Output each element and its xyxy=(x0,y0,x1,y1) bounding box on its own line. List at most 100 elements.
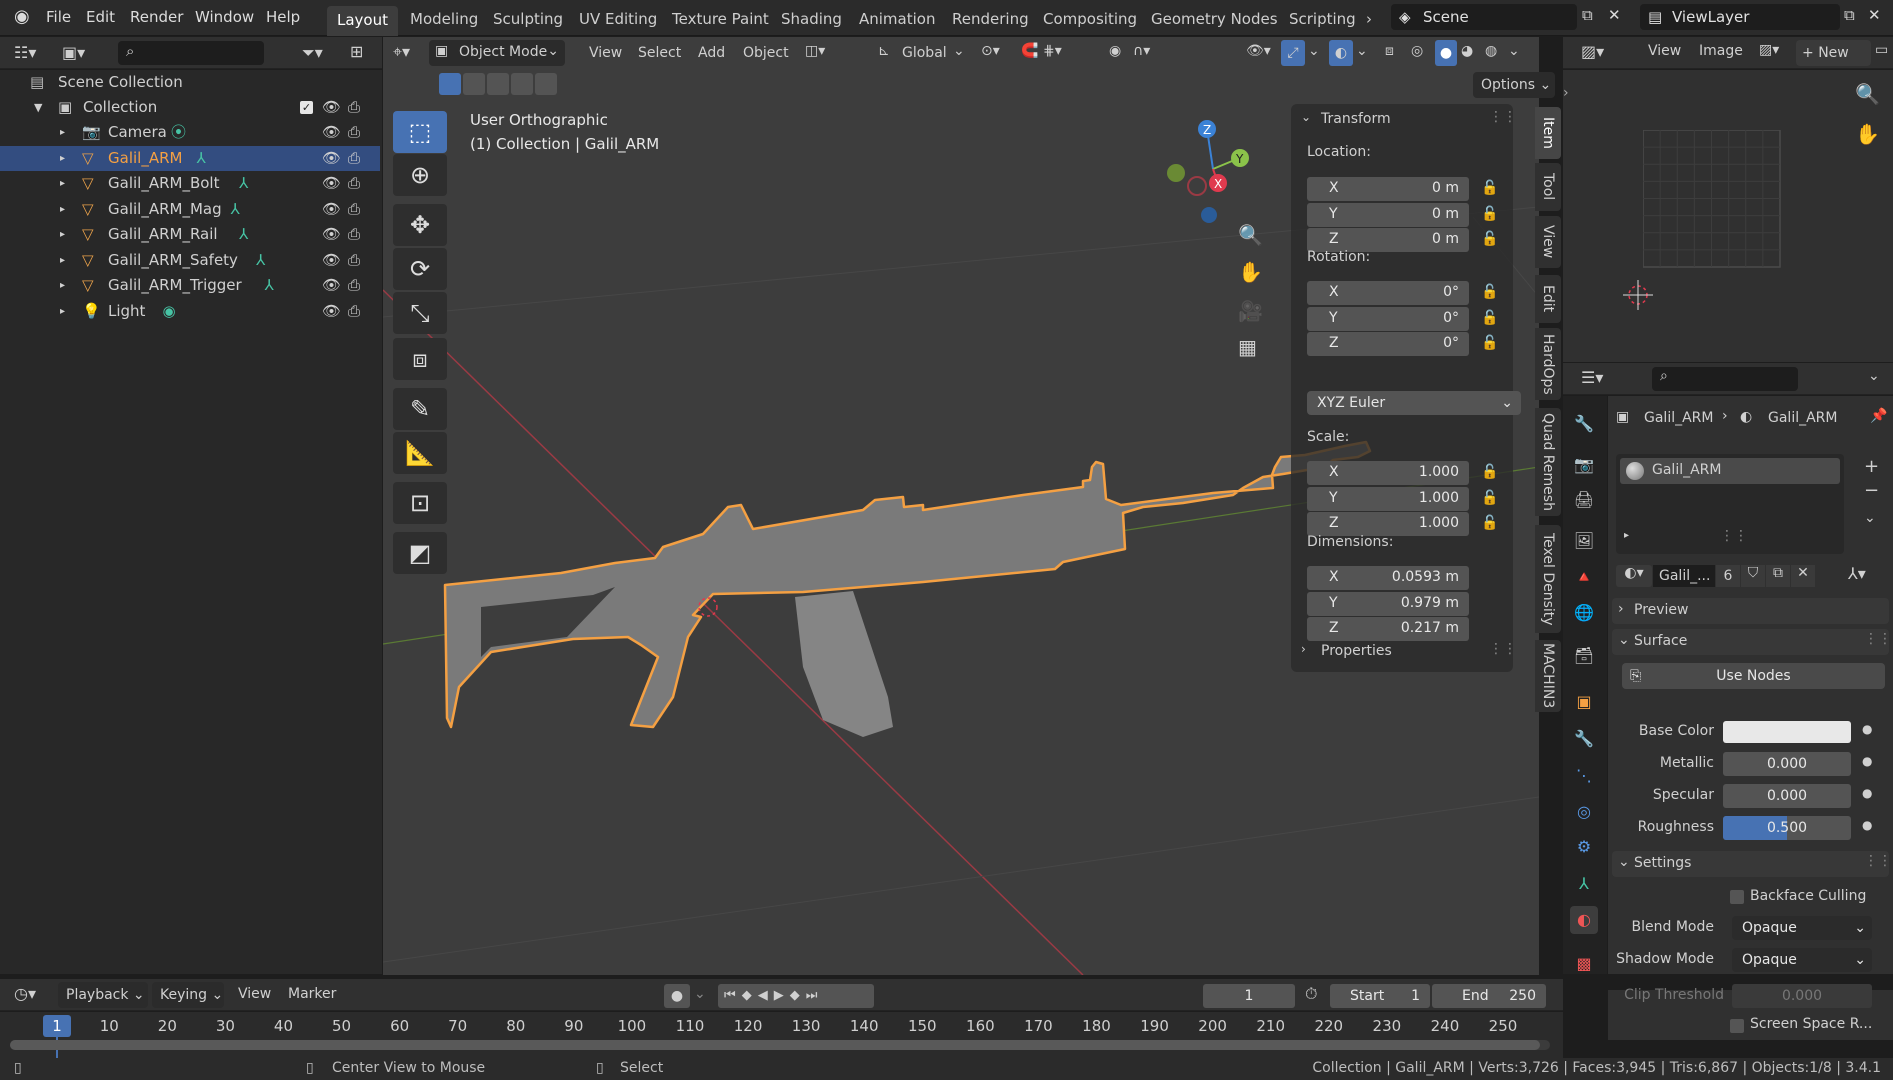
image-browse-icon[interactable]: ▨▾ xyxy=(1759,42,1779,58)
expand-arrow-icon[interactable]: ▼ xyxy=(34,95,42,120)
expand-arrow-icon[interactable]: ▸ xyxy=(60,120,65,145)
mesh-data-icon[interactable]: ⅄ xyxy=(239,222,248,247)
record-icon[interactable]: ● xyxy=(664,984,690,1008)
chevron-down-icon[interactable]: ⌄ xyxy=(1356,43,1368,59)
mesh-data-icon[interactable]: ⅄ xyxy=(256,248,265,273)
hardops-tool[interactable]: ◩ xyxy=(393,532,447,574)
tab-uv-editing[interactable]: UV Editing xyxy=(579,10,657,28)
browse-material-icon[interactable]: ◐▾ xyxy=(1616,565,1652,587)
3d-viewport[interactable]: ⌖▾ ▣ Object Mode ⌄ View Select Add Objec… xyxy=(383,37,1555,975)
scrollbar-thumb[interactable] xyxy=(10,1040,1540,1050)
menu-window[interactable]: Window xyxy=(195,8,254,26)
lock-icon[interactable]: 🔓 xyxy=(1481,231,1499,249)
solid-shading-icon[interactable]: ● xyxy=(1435,40,1457,66)
collection-checkbox[interactable]: ✓ xyxy=(300,101,313,114)
rotation-mode-dropdown[interactable]: XYZ Euler ⌄ xyxy=(1307,391,1521,415)
stopwatch-icon[interactable]: ⏱ xyxy=(1305,984,1317,1004)
view-layer-icon[interactable]: 🖼 xyxy=(1570,527,1598,555)
wireframe-shading-icon[interactable]: ◎ xyxy=(1411,43,1423,59)
chevron-down-icon[interactable]: ⌄ xyxy=(1508,43,1520,59)
outliner-item[interactable]: ▸ ▽ Galil_ARM_Trigger ⅄ 👁 ⎙ xyxy=(0,273,380,298)
scale-x-field[interactable]: X 1.000 xyxy=(1307,461,1469,485)
visibility-eye-icon[interactable]: 👁 xyxy=(322,120,341,145)
tab-sculpting[interactable]: Sculpting xyxy=(493,10,563,28)
editor-type-icon[interactable]: ⌖▾ xyxy=(393,42,410,62)
lock-icon[interactable]: 🔓 xyxy=(1481,335,1499,353)
outliner-item[interactable]: ▸ 📷 Camera ⦿ 👁 ⎙ xyxy=(0,120,380,145)
unlink-icon[interactable]: ✕ xyxy=(1791,565,1815,587)
drag-handle-icon[interactable]: ⋮⋮ xyxy=(1864,853,1892,869)
start-frame-field[interactable]: Start 1 xyxy=(1330,984,1430,1008)
visibility-icon[interactable]: 👁▾ xyxy=(1246,43,1271,59)
render-camera-icon[interactable]: ⎙ xyxy=(348,248,360,273)
menu-object[interactable]: Object xyxy=(743,45,789,61)
render-camera-icon[interactable]: ⎙ xyxy=(348,197,360,222)
zoom-icon[interactable]: 🔍 xyxy=(1238,223,1263,247)
material-shading-icon[interactable]: ◕ xyxy=(1461,43,1473,59)
material-slot-item[interactable]: Galil_ARM xyxy=(1620,458,1840,484)
object-icon[interactable]: ▣ xyxy=(1570,688,1598,716)
visibility-eye-icon[interactable]: 👁 xyxy=(322,299,341,324)
rotate-tool[interactable]: ⟳ xyxy=(393,248,447,290)
tab-modeling[interactable]: Modeling xyxy=(410,10,478,28)
sidebar-tab-tool[interactable]: Tool xyxy=(1535,163,1561,211)
tab-rendering[interactable]: Rendering xyxy=(952,10,1029,28)
mesh-data-icon[interactable]: ⅄ xyxy=(231,197,240,222)
render-camera-icon[interactable]: ⎙ xyxy=(348,95,360,120)
viewlayer-selector[interactable]: ▤ ViewLayer xyxy=(1640,4,1840,30)
dimensions-x-field[interactable]: X 0.0593 m xyxy=(1307,566,1469,590)
tab-animation[interactable]: Animation xyxy=(859,10,935,28)
playback-menu[interactable]: Playback ⌄ xyxy=(58,982,148,1008)
jump-end-icon[interactable]: ⏭ xyxy=(806,988,824,1003)
resize-handle-icon[interactable]: ⋮⋮ xyxy=(1720,528,1748,544)
output-icon[interactable]: 🖨 xyxy=(1570,486,1598,514)
new-collection-icon[interactable]: ⊞ xyxy=(350,42,363,61)
outliner-item[interactable]: ▸ ▽ Galil_ARM_Safety ⅄ 👁 ⎙ xyxy=(0,248,380,273)
lock-icon[interactable]: 🔓 xyxy=(1481,490,1499,508)
play-icon[interactable]: ▶ xyxy=(774,988,790,1003)
particles-icon[interactable]: ⋱ xyxy=(1570,762,1598,790)
select-invert-icon[interactable] xyxy=(511,73,533,95)
link-icon[interactable]: ⅄▾ xyxy=(1848,564,1866,583)
snap-target-icon[interactable]: ⋕▾ xyxy=(1043,43,1062,59)
zoom-icon[interactable]: 🔍 xyxy=(1855,82,1880,106)
chevron-down-icon[interactable]: ⌄ xyxy=(694,986,706,1002)
select-subtract-icon[interactable] xyxy=(487,73,509,95)
keying-menu[interactable]: Keying ⌄ xyxy=(152,982,224,1008)
prev-keyframe-icon[interactable]: ◆ xyxy=(742,988,758,1003)
sidebar-tab-machin3[interactable]: MACHIN3 xyxy=(1535,640,1561,712)
camera-view-icon[interactable]: 🎥 xyxy=(1238,299,1263,323)
visibility-eye-icon[interactable]: 👁 xyxy=(322,197,341,222)
visibility-eye-icon[interactable]: 👁 xyxy=(322,146,341,171)
annotate-tool[interactable]: ✎ xyxy=(393,388,447,430)
surface-panel-header[interactable]: ⌄ Surface ⋮⋮ xyxy=(1612,629,1892,655)
user-count[interactable]: 6 xyxy=(1716,565,1740,587)
tab-geometry-nodes[interactable]: Geometry Nodes xyxy=(1151,10,1278,28)
render-camera-icon[interactable]: ⎙ xyxy=(348,171,360,196)
clip-threshold-field[interactable]: 0.000 xyxy=(1732,984,1872,1008)
visibility-eye-icon[interactable]: 👁 xyxy=(322,273,341,298)
menu-view[interactable]: View xyxy=(589,45,622,61)
sidebar-tab-hardops[interactable]: HardOps xyxy=(1535,328,1561,400)
mesh-data-icon[interactable]: ⅄ xyxy=(239,171,248,196)
pan-hand-icon[interactable]: ✋ xyxy=(1855,122,1880,146)
next-keyframe-icon[interactable]: ◆ xyxy=(790,988,806,1003)
visibility-eye-icon[interactable]: 👁 xyxy=(322,248,341,273)
keyframe-dot-icon[interactable]: ● xyxy=(1862,818,1872,832)
physics-icon[interactable]: ◎ xyxy=(1570,798,1598,826)
open-image-icon[interactable]: ▭ xyxy=(1875,42,1888,58)
orientation-dropdown[interactable]: Global xyxy=(902,45,947,61)
options-dropdown[interactable]: Options ⌄ xyxy=(1473,72,1555,98)
outliner-item[interactable]: ▸ ▽ Galil_ARM ⅄ 👁 ⎙ xyxy=(0,145,380,171)
specular-field[interactable]: 0.000 xyxy=(1723,784,1851,808)
camera-data-icon[interactable]: ⦿ xyxy=(171,120,186,145)
tab-compositing[interactable]: Compositing xyxy=(1043,10,1137,28)
visibility-eye-icon[interactable]: 👁 xyxy=(322,95,341,120)
mode-dropdown[interactable]: ▣ Object Mode ⌄ xyxy=(429,40,565,66)
overlay-toggle-icon[interactable]: ◐ xyxy=(1329,40,1353,66)
menu-edit[interactable]: Edit xyxy=(86,8,115,26)
proportional-edit-icon[interactable]: ◉ xyxy=(1109,43,1121,59)
expand-arrow-icon[interactable]: ▸ xyxy=(60,299,65,324)
scale-y-field[interactable]: Y 1.000 xyxy=(1307,486,1469,511)
visibility-eye-icon[interactable]: 👁 xyxy=(322,222,341,247)
